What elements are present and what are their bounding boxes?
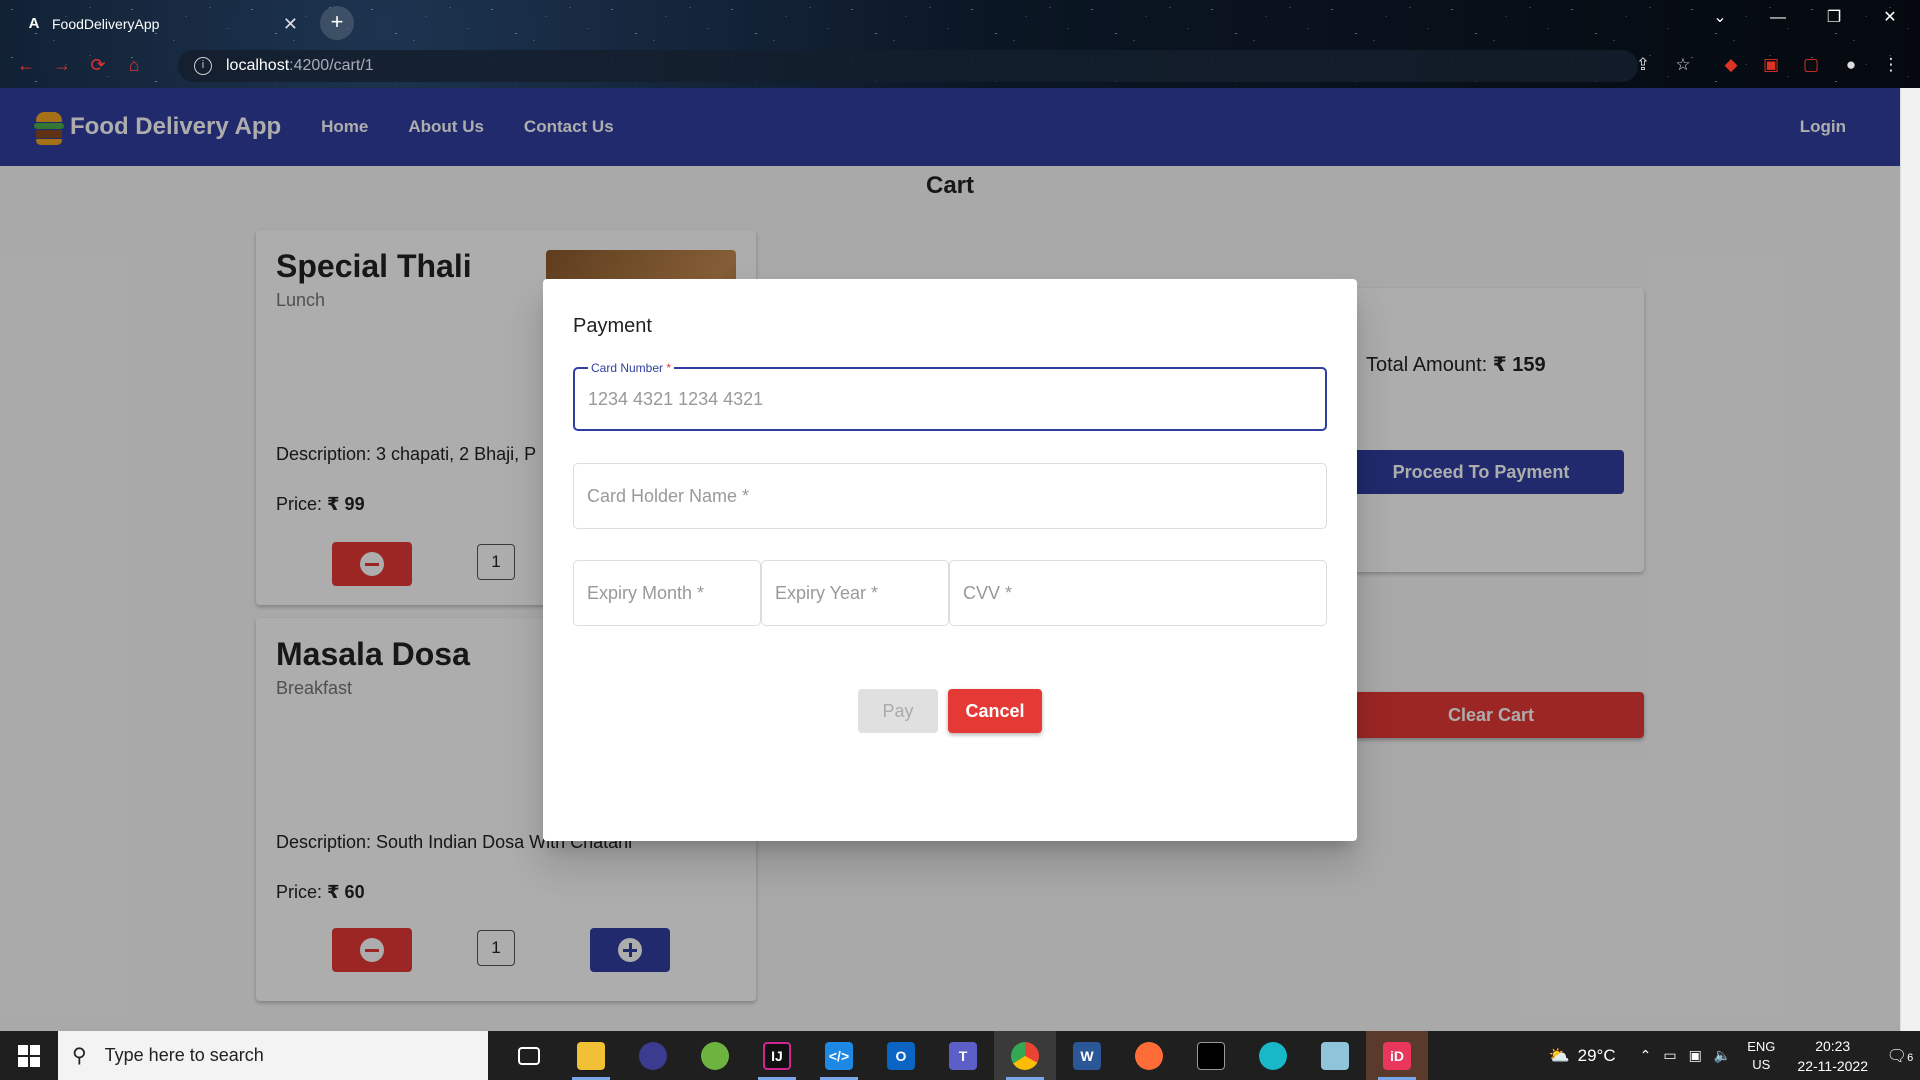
taskbar-apps: IJ </> O T W iD: [498, 1031, 1428, 1080]
app-viewport: Food Delivery App Home About Us Contact …: [0, 88, 1900, 1031]
weather-widget[interactable]: ⛅ 29°C: [1548, 1046, 1615, 1066]
url-path: :4200/cart/1: [289, 57, 374, 74]
new-tab-button[interactable]: +: [320, 6, 354, 40]
url-bar[interactable]: i localhost :4200/cart/1: [178, 50, 1638, 82]
file-explorer-icon[interactable]: [560, 1031, 622, 1080]
spring-tools-icon[interactable]: [684, 1031, 746, 1080]
taskbar-search-placeholder: Type here to search: [104, 1045, 264, 1065]
notification-count: 6: [1907, 1051, 1914, 1064]
vscode-icon[interactable]: </>: [808, 1031, 870, 1080]
app-icon-teal[interactable]: [1242, 1031, 1304, 1080]
card-holder-input[interactable]: Card Holder Name *: [587, 464, 749, 528]
task-view-icon[interactable]: [498, 1031, 560, 1080]
cancel-button[interactable]: Cancel: [948, 689, 1042, 733]
expiry-year-input[interactable]: Expiry Year *: [775, 561, 878, 625]
system-tray: ⛅ 29°C ⌃ ▭ ▣ 🔈 ENG US 20:23 22-11-2022 🗨…: [1548, 1031, 1920, 1080]
menu-icon[interactable]: ⋮: [1880, 54, 1902, 76]
extension-icon-3[interactable]: ▢: [1800, 54, 1822, 76]
volume-icon[interactable]: 🔈: [1714, 1047, 1731, 1064]
intellij-icon[interactable]: IJ: [746, 1031, 808, 1080]
extension-icon-2[interactable]: ▣: [1760, 54, 1782, 76]
restore-button[interactable]: ❐: [1806, 0, 1862, 36]
date: 22-11-2022: [1797, 1057, 1868, 1074]
tab-title: FoodDeliveryApp: [52, 16, 160, 32]
card-number-field[interactable]: Card Number * 1234 4321 1234 4321: [573, 361, 1327, 431]
tab-search-button[interactable]: ⌄: [1692, 0, 1748, 36]
site-info-icon[interactable]: i: [194, 57, 212, 75]
windows-taskbar: ⚲ Type here to search IJ </> O T W iD ⛅ …: [0, 1031, 1920, 1080]
teams-icon[interactable]: T: [932, 1031, 994, 1080]
start-button[interactable]: [0, 1031, 58, 1080]
close-icon[interactable]: ✕: [283, 14, 298, 35]
cvv-input[interactable]: CVV *: [963, 561, 1012, 625]
terminal-icon[interactable]: [1180, 1031, 1242, 1080]
cloud-sun-icon: ⛅: [1548, 1045, 1570, 1065]
page-scrollbar[interactable]: [1900, 88, 1920, 1031]
back-icon[interactable]: ←: [8, 55, 44, 76]
outlook-icon[interactable]: O: [870, 1031, 932, 1080]
payment-dialog: Payment Card Number * 1234 4321 1234 432…: [543, 279, 1357, 841]
chrome-icon[interactable]: [994, 1031, 1056, 1080]
url-host: localhost: [226, 57, 290, 74]
indesign-icon[interactable]: iD: [1366, 1031, 1428, 1080]
extension-icon[interactable]: ◆: [1720, 54, 1742, 76]
share-icon[interactable]: ⇪: [1632, 54, 1654, 76]
angular-icon: A: [28, 15, 40, 32]
reload-icon[interactable]: ⟳: [80, 55, 116, 76]
browser-chrome: A FoodDeliveryApp ✕ + ⌄ — ❐ ✕ ← → ⟳ ⌂ i …: [0, 0, 1920, 88]
notification-icon[interactable]: 🗨6: [1880, 1046, 1920, 1066]
chevron-up-icon[interactable]: ⌃: [1640, 1047, 1652, 1064]
expiry-month-field[interactable]: Expiry Month *: [573, 560, 761, 626]
network-icon[interactable]: ▣: [1689, 1047, 1702, 1064]
card-holder-field[interactable]: Card Holder Name *: [573, 463, 1327, 529]
cvv-field[interactable]: CVV *: [949, 560, 1327, 626]
postman-icon[interactable]: [1118, 1031, 1180, 1080]
card-number-input[interactable]: 1234 4321 1234 4321: [588, 369, 763, 429]
time: 20:23: [1815, 1037, 1851, 1054]
expiry-year-field[interactable]: Expiry Year *: [761, 560, 949, 626]
home-icon[interactable]: ⌂: [116, 55, 152, 76]
word-icon[interactable]: W: [1056, 1031, 1118, 1080]
bookmark-star-icon[interactable]: ☆: [1672, 54, 1694, 76]
windows-logo-icon: [18, 1044, 40, 1067]
eclipse-icon[interactable]: [622, 1031, 684, 1080]
expiry-month-input[interactable]: Expiry Month *: [587, 561, 704, 625]
language-indicator[interactable]: ENG US: [1747, 1038, 1775, 1074]
address-bar-row: ← → ⟳ ⌂ i localhost :4200/cart/1 ⇪ ☆ ◆ ▣…: [0, 46, 1920, 84]
profile-icon[interactable]: ●: [1840, 54, 1862, 76]
battery-icon[interactable]: ▭: [1663, 1047, 1676, 1064]
forward-icon[interactable]: →: [44, 55, 80, 76]
close-window-button[interactable]: ✕: [1862, 0, 1918, 36]
temperature: 29°C: [1577, 1045, 1616, 1065]
clock[interactable]: 20:23 22-11-2022: [1797, 1036, 1868, 1076]
taskbar-search[interactable]: ⚲ Type here to search: [58, 1031, 488, 1080]
app-icon-pen[interactable]: [1304, 1031, 1366, 1080]
dialog-title: Payment: [573, 315, 652, 337]
pay-button[interactable]: Pay: [858, 689, 938, 733]
browser-tab[interactable]: A FoodDeliveryApp ✕: [12, 6, 312, 42]
minimize-button[interactable]: —: [1750, 0, 1806, 36]
search-icon: ⚲: [72, 1045, 87, 1067]
